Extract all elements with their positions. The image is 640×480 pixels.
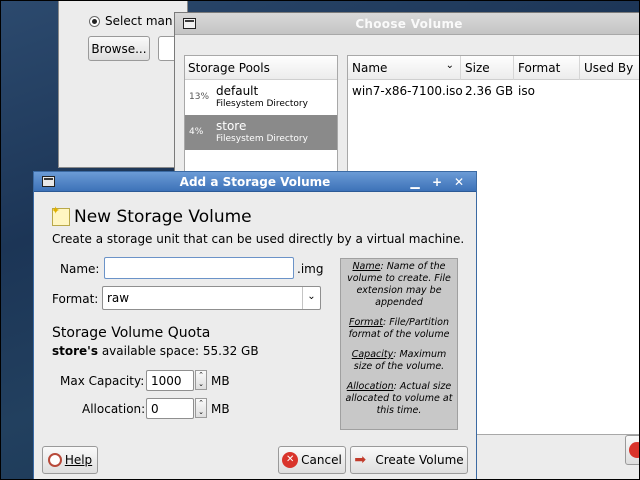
pool-type: Filesystem Directory: [216, 99, 308, 109]
pool-usage-percent: 4%: [189, 127, 204, 137]
help-entry: Format: File/Partition format of the vol…: [348, 317, 450, 340]
add-volume-titlebar[interactable]: Add a Storage Volume ▁ + ✕: [34, 172, 476, 192]
volumes-table-header: Name ⌄ Size Format Used By: [348, 56, 640, 80]
close-button[interactable]: ✕: [452, 175, 466, 189]
help-entry: Allocation: Actual size allocated to vol…: [345, 381, 453, 416]
allocation-unit: MB: [211, 402, 230, 416]
max-capacity-unit: MB: [211, 374, 230, 388]
cancel-button[interactable]: ✕ Cancel: [278, 446, 346, 474]
star-icon: ✦: [51, 204, 61, 217]
pool-type: Filesystem Directory: [216, 134, 308, 144]
volume-size: 2.36 GB: [465, 84, 514, 98]
help-text-box: Name: Name of the volume to create. File…: [340, 258, 458, 430]
column-header-size[interactable]: Size: [461, 56, 514, 80]
column-header-size-label: Size: [465, 61, 490, 75]
pool-name: store: [216, 119, 247, 133]
close-icon: ✕: [453, 175, 465, 189]
column-header-used-by-label: Used By: [584, 61, 634, 75]
back-window: Select man Browse...: [58, 0, 188, 168]
allocation-label: Allocation:: [82, 402, 146, 416]
choose-volume-titlebar[interactable]: Choose Volume: [175, 13, 640, 35]
storage-pools-header-label: Storage Pools: [188, 61, 270, 75]
button-icon: [629, 442, 640, 458]
name-label: Name:: [60, 262, 100, 276]
volume-format: iso: [518, 84, 535, 98]
volume-name: win7-x86-7100.iso: [352, 84, 463, 98]
quota-heading: Storage Volume Quota: [52, 325, 211, 341]
help-button-label: Help: [64, 453, 93, 467]
column-header-format[interactable]: Format: [514, 56, 580, 80]
new-volume-icon: ✦: [51, 204, 70, 226]
column-header-format-label: Format: [518, 61, 561, 75]
help-entry: Name: Name of the volume to create. File…: [347, 261, 451, 308]
help-entry: Capacity: Maximum size of the volume.: [351, 349, 447, 372]
dialog-description: Create a storage unit that can be used d…: [52, 232, 465, 246]
format-label: Format:: [52, 292, 99, 306]
name-field[interactable]: [104, 257, 294, 279]
pool-name: default: [216, 84, 259, 98]
column-header-name-label: Name: [352, 61, 388, 75]
create-volume-button[interactable]: ➡ Create Volume: [350, 446, 468, 474]
cancel-icon: ✕: [282, 452, 299, 468]
storage-pools-list: Storage Pools 13% default Filesystem Dir…: [184, 55, 338, 175]
max-capacity-field[interactable]: [146, 370, 194, 391]
storage-pools-header[interactable]: Storage Pools: [185, 56, 337, 80]
available-space: store's available space: 55.32 GB: [52, 344, 259, 358]
name-extension: .img: [297, 262, 324, 276]
lifebuoy-icon: [47, 453, 62, 467]
maximize-icon: +: [431, 175, 443, 189]
browse-button[interactable]: Browse...: [88, 36, 150, 61]
allocation-spinner[interactable]: ⌃ ⌄: [195, 398, 207, 418]
allocation-field[interactable]: [146, 398, 194, 419]
column-header-used-by[interactable]: Used By: [580, 56, 640, 80]
available-space-text: available space: 55.32 GB: [98, 344, 259, 358]
pool-row-default[interactable]: 13% default Filesystem Directory: [185, 80, 337, 115]
add-storage-volume-dialog: Add a Storage Volume ▁ + ✕ ✦ New Storage…: [33, 171, 477, 480]
minimize-icon: ▁: [410, 175, 420, 189]
table-row[interactable]: win7-x86-7100.iso 2.36 GB iso: [348, 80, 640, 102]
dialog-heading: New Storage Volume: [74, 207, 252, 227]
choose-volume-button-edge[interactable]: [625, 435, 640, 465]
pool-row-store[interactable]: 4% store Filesystem Directory: [185, 115, 337, 150]
cancel-button-label: Cancel: [301, 453, 342, 467]
select-manually-label: Select man: [105, 14, 173, 28]
format-select[interactable]: raw ⌄: [102, 286, 321, 310]
format-select-value: raw: [107, 291, 130, 305]
max-capacity-spinner[interactable]: ⌃ ⌄: [195, 370, 207, 390]
help-button[interactable]: Help: [42, 446, 98, 474]
pool-name-bold: store's: [52, 344, 98, 358]
create-volume-button-label: Create Volume: [375, 453, 464, 467]
select-manually-radio[interactable]: [89, 16, 100, 27]
browse-button-label: Browse...: [91, 41, 147, 56]
choose-volume-title: Choose Volume: [355, 17, 463, 31]
maximize-button[interactable]: +: [430, 175, 444, 189]
sort-chevron-icon: ⌄: [445, 60, 454, 71]
chevron-down-icon: ⌄: [302, 287, 320, 309]
column-header-name[interactable]: Name ⌄: [348, 56, 461, 80]
minimize-button[interactable]: ▁: [408, 175, 422, 189]
create-volume-icon: ➡: [354, 452, 367, 468]
pool-usage-percent: 13%: [189, 92, 210, 102]
max-capacity-label: Max Capacity:: [60, 374, 145, 388]
